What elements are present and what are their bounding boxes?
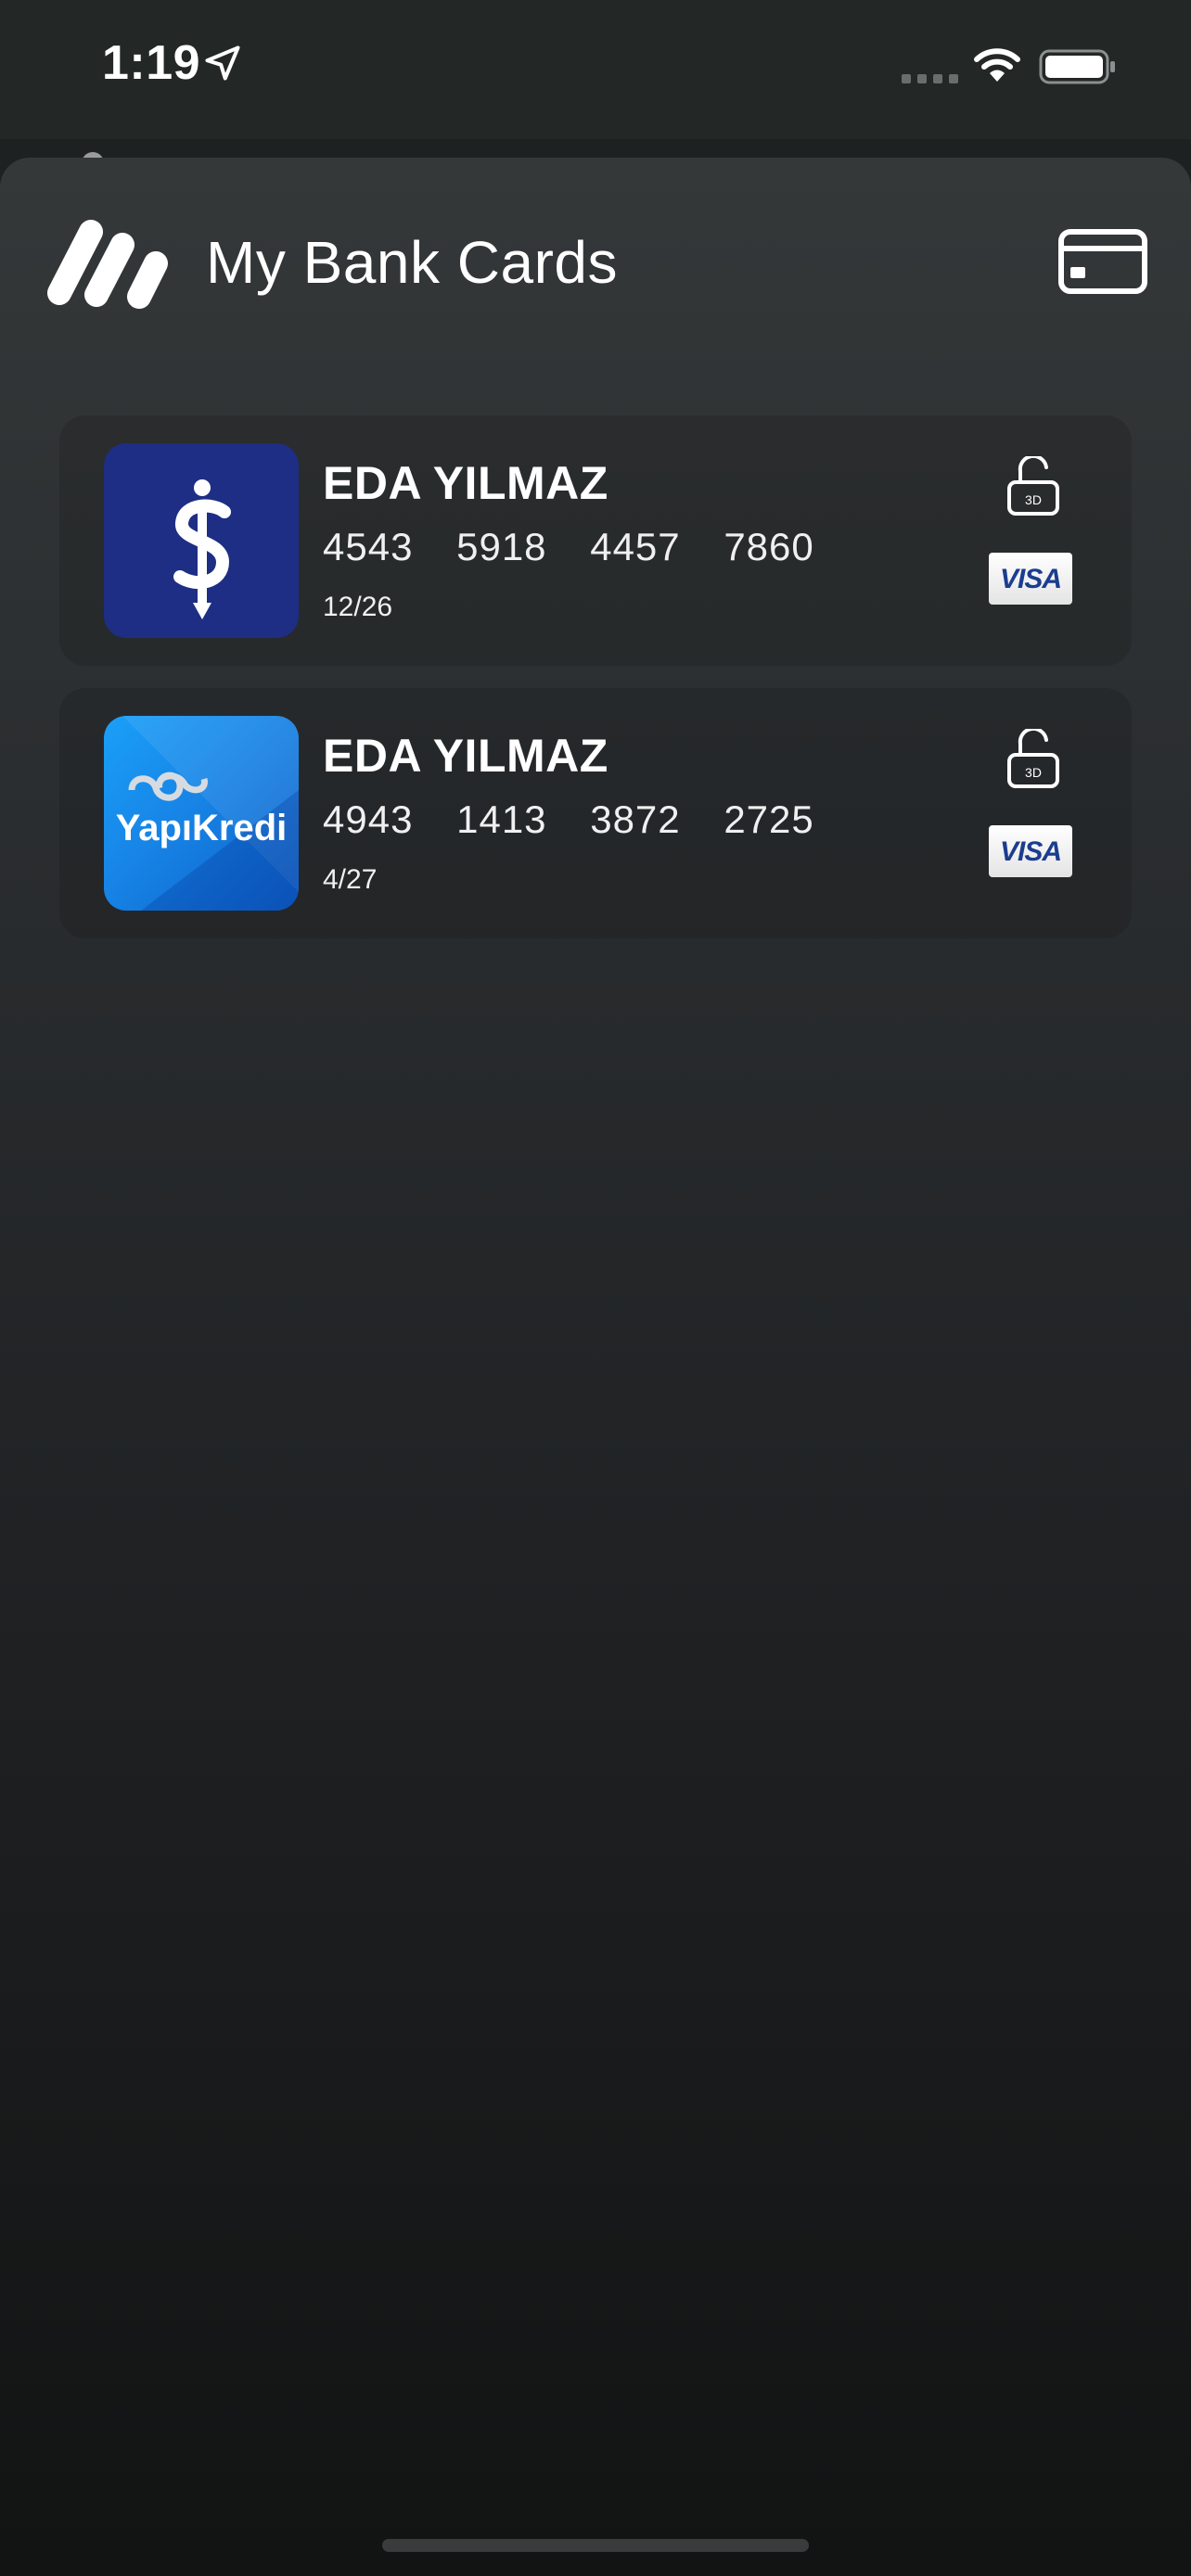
card-number: 4543 5918 4457 7860 <box>323 525 835 569</box>
card-number-group: 7860 <box>724 525 814 568</box>
secure-3d-label: 3D <box>1025 765 1042 780</box>
card-number-group: 2725 <box>724 797 814 841</box>
app-logo-icon <box>47 220 168 309</box>
unlock-3d-icon[interactable]: 3D <box>1004 456 1078 517</box>
visa-logo: VISA <box>989 825 1072 877</box>
yapikredi-logo-mark: YapıKredi <box>116 716 299 911</box>
yapikredi-logo: YapıKredi <box>104 716 299 911</box>
isbank-logo <box>104 443 299 638</box>
card-expiry: 4/27 <box>323 864 378 895</box>
unlock-3d-icon[interactable]: 3D <box>1004 729 1078 790</box>
card-expiry: 12/26 <box>323 592 393 622</box>
signal-icon <box>902 74 958 83</box>
card-number-group: 1413 <box>456 797 547 841</box>
bank-name: YapıKredi <box>116 808 288 848</box>
card-number-group: 5918 <box>456 525 547 568</box>
isbank-logo-mark <box>173 479 231 619</box>
card-holder-name: EDA YILMAZ <box>323 730 608 782</box>
location-arrow-icon <box>205 45 240 81</box>
status-bar: 1:19 <box>0 0 1191 139</box>
credit-card-icon[interactable] <box>1057 228 1148 295</box>
card-number-group: 3872 <box>590 797 681 841</box>
screen: 1:19 My Bank Cards EDA YILMAZ 4543 5918 … <box>0 0 1191 2576</box>
card-number-group: 4943 <box>323 797 414 841</box>
bank-card-item[interactable]: EDA YILMAZ 4543 5918 4457 7860 12/26 3D … <box>59 415 1132 666</box>
battery-icon <box>1039 49 1115 84</box>
page-title: My Bank Cards <box>206 229 618 296</box>
card-number-group: 4543 <box>323 525 414 568</box>
card-holder-name: EDA YILMAZ <box>323 457 608 509</box>
card-number-group: 4457 <box>590 525 681 568</box>
status-time: 1:19 <box>102 36 201 90</box>
card-network: VISA <box>999 564 1062 594</box>
home-indicator[interactable] <box>382 2539 809 2552</box>
bank-card-item[interactable]: YapıKredi EDA YILMAZ 4943 1413 3872 2725… <box>59 688 1132 938</box>
card-network: VISA <box>999 836 1062 867</box>
bank-cards-sheet: My Bank Cards EDA YILMAZ 4543 5918 4457 <box>0 158 1191 2576</box>
secure-3d-label: 3D <box>1025 492 1042 507</box>
visa-logo: VISA <box>989 553 1072 605</box>
card-number: 4943 1413 3872 2725 <box>323 797 835 842</box>
wifi-icon <box>974 48 1020 82</box>
